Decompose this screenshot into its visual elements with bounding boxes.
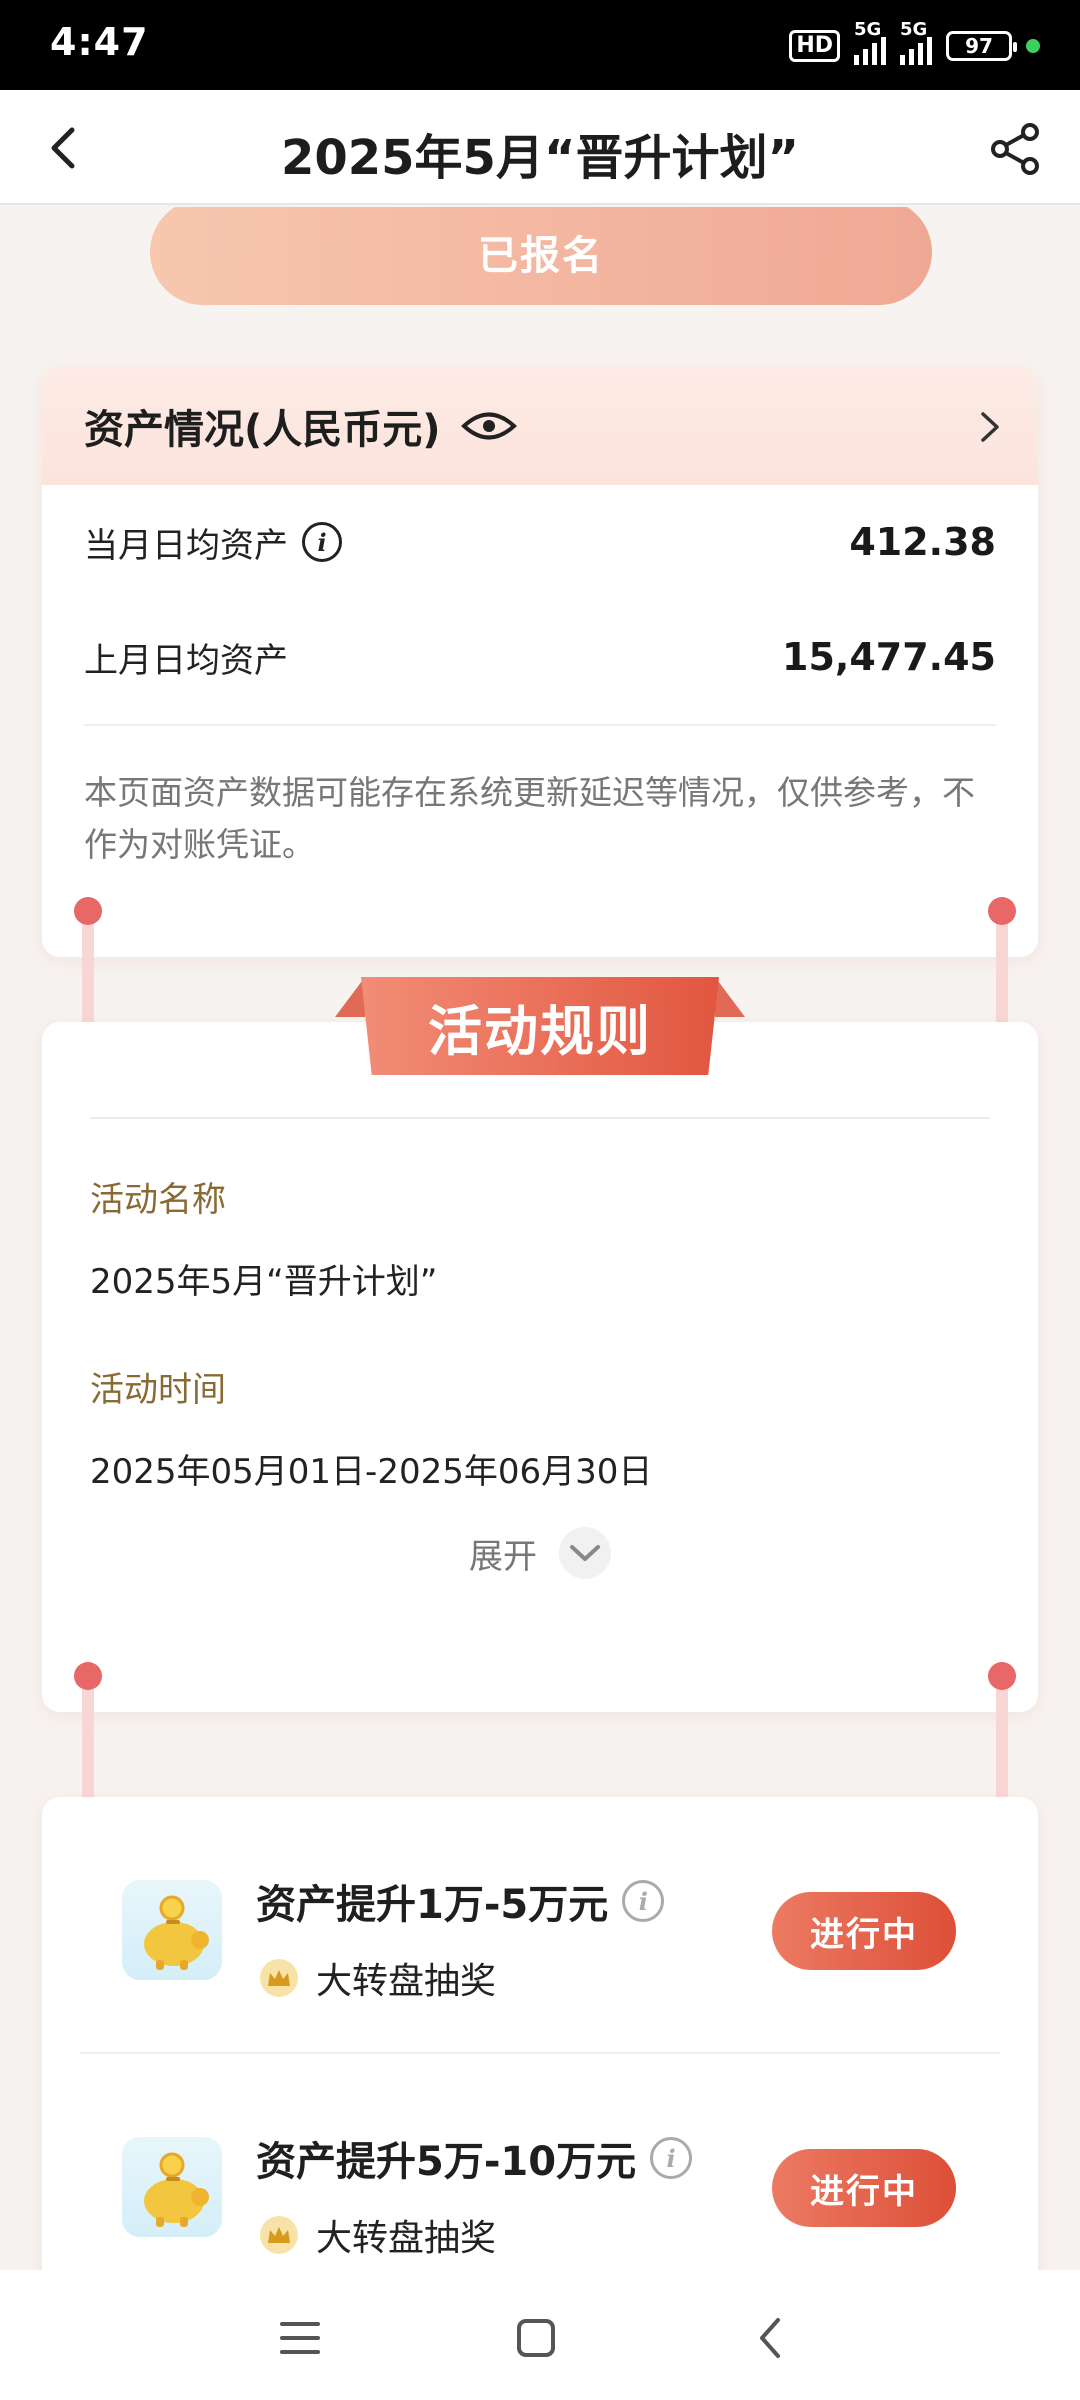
activity-name-value: 2025年5月“晋升计划” (90, 1262, 438, 1302)
signal-label-1: 5G (854, 19, 882, 40)
divider (90, 1117, 990, 1119)
crown-icon (260, 1959, 298, 1997)
asset-row-label: 当月日均资产 (84, 525, 288, 566)
info-icon[interactable]: i (622, 1880, 665, 1922)
rules-ribbon-label: 活动规则 (361, 977, 719, 1075)
info-icon[interactable]: i (302, 522, 342, 562)
tasks-card: 资产提升1万-5万元 i 大转盘抽奖 进行中 资产提升5万-10万元 i 大转盘… (42, 1797, 1038, 2270)
signal-icon-2: 5G (900, 19, 932, 65)
asset-title: 资产情况(人民币元) (84, 407, 441, 453)
task-status-button[interactable]: 进行中 (772, 1892, 956, 1970)
rules-ribbon: 活动规则 (335, 977, 745, 1075)
asset-row-last-month: 上月日均资产 15,477.45 (84, 627, 996, 687)
task-reward-text: 大转盘抽奖 (316, 1961, 497, 2002)
task-reward: 大转盘抽奖 (260, 1952, 496, 2004)
privacy-indicator-dot (1026, 39, 1040, 53)
crown-icon (260, 2216, 298, 2254)
signal-label-2: 5G (900, 19, 928, 40)
task-item[interactable]: 资产提升5万-10万元 i 大转盘抽奖 进行中 (42, 2109, 1038, 2270)
battery-icon: 97 (946, 31, 1017, 61)
chevron-right-icon[interactable] (978, 409, 1002, 445)
divider (80, 2052, 1000, 2054)
task-status-button[interactable]: 进行中 (772, 2149, 956, 2227)
share-icon[interactable] (986, 120, 1044, 178)
piggy-bank-icon (122, 1880, 222, 1980)
expand-label: 展开 (469, 1536, 537, 1577)
task-reward: 大转盘抽奖 (260, 2209, 496, 2261)
activity-time-label: 活动时间 (90, 1370, 226, 1410)
page-title: 2025年5月“晋升计划” (280, 130, 800, 186)
enrolled-button[interactable]: 已报名 (150, 207, 932, 305)
page-content[interactable]: 已报名 资产情况(人民币元) 当月日均资产 i 412.38 上月日均资产 15… (0, 207, 1080, 2270)
chevron-down-icon (559, 1527, 611, 1579)
task-title: 资产提升1万-5万元 i (256, 1872, 665, 1930)
task-title: 资产提升5万-10万元 i (256, 2129, 693, 2187)
status-time: 4:47 (50, 20, 149, 64)
task-reward-text: 大转盘抽奖 (316, 2218, 497, 2259)
activity-name-label: 活动名称 (90, 1180, 226, 1220)
status-bar: 4:47 HD 5G 5G 97 (0, 0, 1080, 90)
home-icon[interactable] (508, 2310, 564, 2366)
rules-card: 活动规则 活动名称 2025年5月“晋升计划” 活动时间 2025年05月01日… (42, 977, 1038, 1712)
nav-bar: 2025年5月“晋升计划” (0, 90, 1080, 205)
asset-header[interactable]: 资产情况(人民币元) (42, 367, 1038, 485)
asset-row-value: 412.38 (849, 520, 996, 564)
task-title-text: 资产提升1万-5万元 (256, 1882, 609, 1928)
system-nav-bar (0, 2270, 1080, 2400)
asset-row-current-month: 当月日均资产 i 412.38 (84, 512, 996, 572)
eye-icon[interactable] (460, 409, 517, 443)
task-title-text: 资产提升5万-10万元 (256, 2139, 637, 2185)
task-item[interactable]: 资产提升1万-5万元 i 大转盘抽奖 进行中 (42, 1852, 1038, 2052)
menu-icon[interactable] (272, 2310, 328, 2366)
back-nav-icon[interactable] (744, 2310, 800, 2366)
signal-icon-1: 5G (854, 19, 886, 65)
expand-button[interactable]: 展开 (42, 1527, 1038, 1579)
activity-time-value: 2025年05月01日-2025年06月30日 (90, 1452, 653, 1492)
asset-disclaimer: 本页面资产数据可能存在系统更新延迟等情况，仅供参考，不作为对账凭证。 (84, 773, 975, 864)
asset-row-value: 15,477.45 (782, 635, 996, 679)
status-icons: HD 5G 5G 97 (789, 19, 1040, 68)
piggy-bank-icon (122, 2137, 222, 2237)
hd-voice-icon: HD (789, 30, 840, 62)
asset-card: 资产情况(人民币元) 当月日均资产 i 412.38 上月日均资产 15,477… (42, 367, 1038, 957)
info-icon[interactable]: i (650, 2137, 693, 2179)
asset-row-label: 上月日均资产 (84, 640, 288, 681)
divider (84, 724, 996, 726)
